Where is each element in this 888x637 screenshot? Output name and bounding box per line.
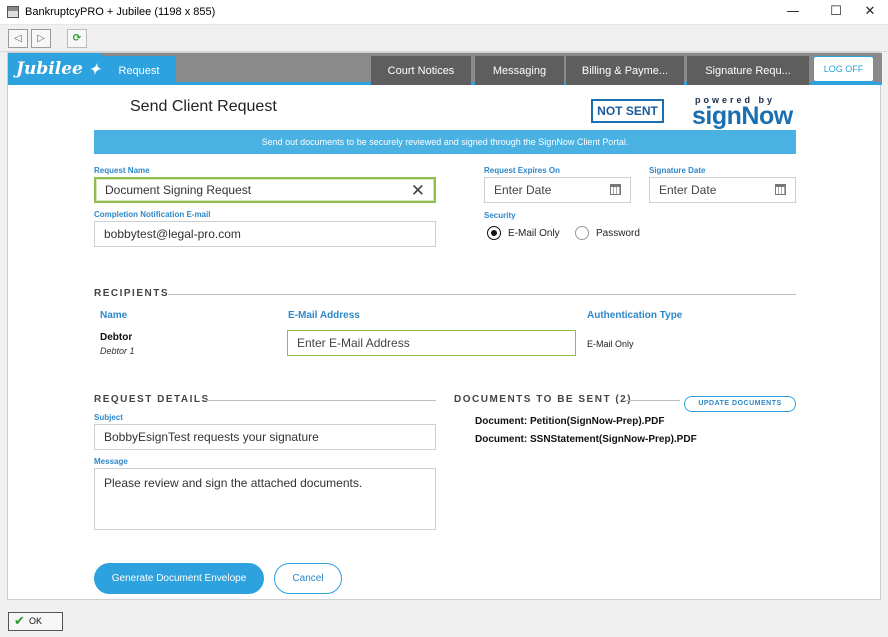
close-button[interactable]: ✕ — [860, 4, 880, 20]
message-textarea[interactable]: Please review and sign the attached docu… — [94, 468, 436, 530]
recipient-role: Debtor 1 — [100, 346, 135, 356]
divider — [625, 400, 680, 401]
completion-email-label: Completion Notification E-mail — [94, 210, 211, 219]
back-arrow-icon[interactable]: ◁ — [8, 29, 28, 48]
document-item: Document: SSNStatement(SignNow-Prep).PDF — [475, 434, 697, 445]
recipients-section-title: RECIPIENTS — [94, 288, 170, 299]
documents-section-title: DOCUMENTS TO BE SENT (2) — [454, 394, 633, 405]
window-title-bar: BankruptcyPRO + Jubilee (1198 x 855) — ☐… — [0, 0, 888, 25]
tab-messaging[interactable]: Messaging — [475, 56, 564, 85]
signature-date-placeholder: Enter Date — [659, 183, 717, 197]
cancel-button[interactable]: Cancel — [274, 563, 342, 594]
recipients-col-auth: Authentication Type — [587, 310, 683, 321]
ok-button[interactable]: ✔ OK — [8, 612, 63, 631]
maximize-button[interactable]: ☐ — [826, 4, 846, 20]
ok-label: OK — [29, 616, 43, 626]
security-label: Security — [484, 211, 516, 220]
request-name-label: Request Name — [94, 166, 150, 175]
refresh-icon[interactable]: ⟳ — [67, 29, 87, 48]
tab-court-notices[interactable]: Court Notices — [371, 56, 471, 85]
expires-date-input[interactable]: Enter Date — [484, 177, 631, 203]
subject-label: Subject — [94, 413, 123, 422]
divider — [168, 294, 796, 295]
tab-request[interactable]: Request — [102, 56, 176, 85]
request-details-section-title: REQUEST DETAILS — [94, 394, 210, 405]
log-off-button[interactable]: LOG OFF — [813, 56, 874, 82]
window-title: BankruptcyPRO + Jubilee (1198 x 855) — [25, 6, 216, 18]
tab-billing-payments[interactable]: Billing & Payme... — [566, 56, 684, 85]
expires-label: Request Expires On — [484, 166, 561, 175]
request-name-value: Document Signing Request — [105, 183, 252, 197]
forward-arrow-icon[interactable]: ▷ — [31, 29, 51, 48]
clear-icon[interactable]: ✕ — [411, 180, 425, 201]
recipient-name: Debtor — [100, 332, 133, 343]
recipient-email-input[interactable]: Enter E-Mail Address — [287, 330, 576, 356]
expires-placeholder: Enter Date — [494, 183, 552, 197]
recipient-auth-type: E-Mail Only — [587, 339, 634, 349]
completion-email-input[interactable]: bobbytest@legal-pro.com — [94, 221, 436, 247]
security-password-label: Password — [596, 228, 640, 239]
nav-bar: Jubilee ✦ Request Court Notices Messagin… — [8, 53, 882, 85]
status-badge: NOT SENT — [591, 99, 664, 123]
page-title: Send Client Request — [130, 98, 277, 115]
info-banner: Send out documents to be securely review… — [94, 130, 796, 154]
security-email-only-label: E-Mail Only — [508, 228, 560, 239]
calendar-icon[interactable] — [610, 184, 621, 195]
brand-name: Jubilee — [16, 59, 83, 79]
status-bar: ✔ OK — [0, 600, 888, 637]
document-item: Document: Petition(SignNow-Prep).PDF — [475, 416, 665, 427]
toolbar: ◁ ▷ ⟳ — [0, 25, 888, 52]
generate-envelope-button[interactable]: Generate Document Envelope — [94, 563, 264, 594]
app-panel: Jubilee ✦ Request Court Notices Messagin… — [7, 52, 882, 600]
tab-signature-requests[interactable]: Signature Requ... — [687, 56, 809, 85]
message-label: Message — [94, 457, 128, 466]
jubilee-logo[interactable]: Jubilee ✦ — [8, 53, 102, 85]
recipients-col-email: E-Mail Address — [288, 310, 360, 321]
security-password-radio[interactable] — [575, 226, 589, 240]
divider — [204, 400, 436, 401]
checkmark-icon: ✔ — [14, 614, 25, 629]
calendar-icon[interactable] — [775, 184, 786, 195]
request-name-input[interactable]: Document Signing Request ✕ — [94, 177, 436, 203]
security-email-only-radio[interactable] — [487, 226, 501, 240]
recipients-col-name: Name — [100, 310, 128, 321]
jubilee-figure-icon: ✦ — [88, 62, 101, 78]
app-icon — [7, 6, 19, 18]
update-documents-button[interactable]: UPDATE DOCUMENTS — [684, 396, 796, 412]
subject-input[interactable]: BobbyEsignTest requests your signature — [94, 424, 436, 450]
signature-date-label: Signature Date — [649, 166, 706, 175]
minimize-button[interactable]: — — [783, 4, 803, 20]
signature-date-input[interactable]: Enter Date — [649, 177, 796, 203]
signnow-logo: signNow — [692, 102, 793, 130]
